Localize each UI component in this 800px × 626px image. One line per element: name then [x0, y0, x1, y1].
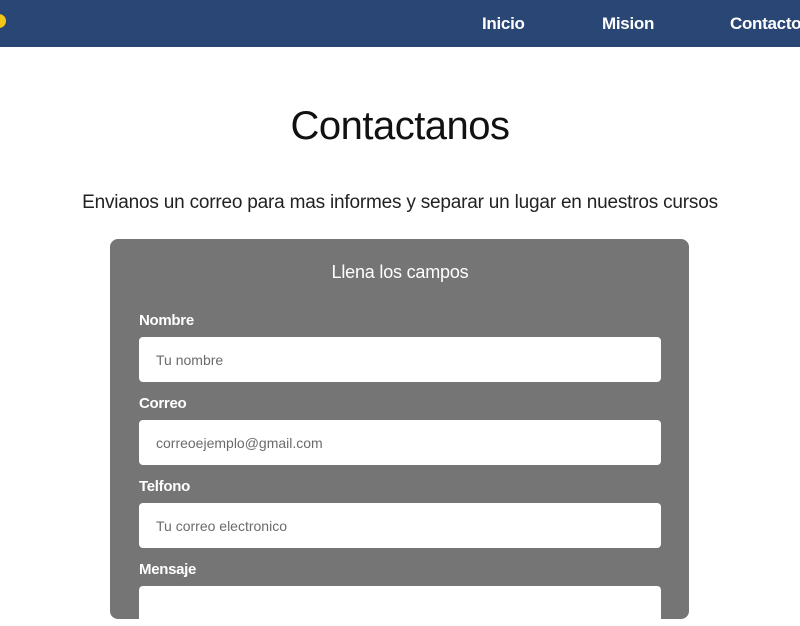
nav-link-inicio[interactable]: Inicio [482, 0, 525, 47]
telfono-label: Telfono [139, 478, 190, 495]
logo-icon[interactable] [0, 14, 6, 28]
page-subtitle: Envianos un correo para mas informes y s… [82, 192, 718, 213]
nav-link-contacto[interactable]: Contacto [730, 0, 800, 47]
correo-input[interactable] [139, 420, 661, 465]
telfono-input[interactable] [139, 503, 661, 548]
mensaje-textarea[interactable] [139, 586, 661, 626]
nombre-input[interactable] [139, 337, 661, 382]
nav-link-mision[interactable]: Mision [602, 0, 654, 47]
nombre-label: Nombre [139, 312, 194, 329]
mensaje-label: Mensaje [139, 561, 197, 578]
correo-label: Correo [139, 395, 187, 412]
form-heading: Llena los campos [331, 262, 469, 282]
page-title: Contactanos [290, 104, 510, 148]
navbar: Inicio Mision Contacto [0, 0, 800, 47]
